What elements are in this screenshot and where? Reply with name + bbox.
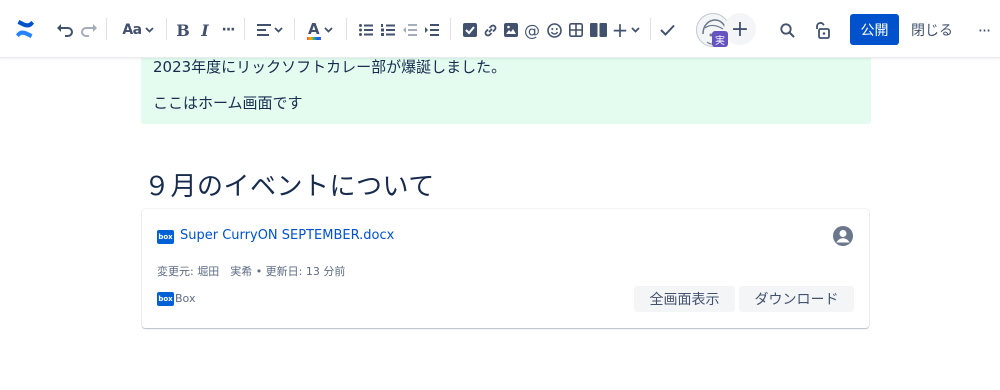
info-panel-text: ここはホーム画面です <box>153 94 303 112</box>
search-icon[interactable] <box>776 18 798 42</box>
publish-button[interactable]: 公開 <box>850 14 899 45</box>
avatar-badge: 実 <box>712 31 728 47</box>
task-icon[interactable] <box>460 18 480 42</box>
unlock-icon[interactable] <box>811 18 833 42</box>
divider <box>244 18 245 40</box>
insert-plus-label: + <box>611 18 629 42</box>
chevron-down-icon <box>274 27 283 33</box>
link-icon[interactable] <box>480 18 500 42</box>
image-icon[interactable] <box>501 18 521 42</box>
fullscreen-button[interactable]: 全画面表示 <box>634 286 735 312</box>
file-card[interactable]: box Super CurryON SEPTEMBER.docx 変更元: 堀田… <box>142 209 869 328</box>
text-style-label: Aa <box>122 22 142 38</box>
more-formatting-label: ··· <box>221 22 236 38</box>
outdent-icon[interactable] <box>400 18 420 42</box>
file-meta: 変更元: 堀田 実希 • 更新日: 13 分前 <box>157 265 346 278</box>
editor-toolbar: Aa B I ··· A @ + 実 + 公開 閉じる ··· <box>0 0 1000 58</box>
close-button[interactable]: 閉じる <box>906 14 958 45</box>
align-left-icon <box>257 24 271 36</box>
chevron-down-icon <box>145 27 154 33</box>
divider <box>450 18 451 40</box>
mention-icon[interactable]: @ <box>522 18 542 42</box>
box-logo-icon: box <box>157 292 174 306</box>
italic-label: I <box>201 20 209 40</box>
mention-label: @ <box>524 20 540 40</box>
bold-label: B <box>176 20 190 40</box>
emoji-icon[interactable] <box>544 18 564 42</box>
numbered-list-icon[interactable] <box>378 18 398 42</box>
check-icon[interactable] <box>657 18 677 42</box>
chevron-down-icon <box>631 27 641 33</box>
undo-icon[interactable] <box>56 18 76 42</box>
source-label: Box <box>175 292 196 305</box>
table-icon[interactable] <box>566 18 586 42</box>
layout-icon[interactable] <box>587 18 609 42</box>
more-actions-button[interactable]: ··· <box>972 18 996 42</box>
indent-icon[interactable] <box>422 18 442 42</box>
download-button[interactable]: ダウンロード <box>739 286 854 312</box>
invite-plus-label: + <box>730 16 750 42</box>
text-color-dropdown[interactable]: A <box>304 18 336 42</box>
divider <box>294 18 295 40</box>
insert-dropdown[interactable]: + <box>611 18 641 42</box>
box-logo-icon: box <box>157 230 174 244</box>
info-panel-text: 2023年度にリックソフトカレー部が爆誕しました。 <box>153 58 507 76</box>
italic-button[interactable]: I <box>196 18 214 42</box>
chevron-down-icon <box>324 27 333 33</box>
alignment-dropdown[interactable] <box>254 18 286 42</box>
redo-icon[interactable] <box>78 18 98 42</box>
bullet-list-icon[interactable] <box>356 18 376 42</box>
more-formatting-button[interactable]: ··· <box>218 18 238 42</box>
invite-button[interactable]: + <box>724 13 756 45</box>
text-style-dropdown[interactable]: Aa <box>118 18 158 42</box>
bold-button[interactable]: B <box>174 18 192 42</box>
divider <box>166 18 167 40</box>
confluence-logo-icon[interactable] <box>12 17 38 41</box>
divider <box>106 18 107 40</box>
divider <box>346 18 347 40</box>
text-color-icon: A <box>307 20 321 40</box>
section-heading: ９月のイベントについて <box>144 172 435 202</box>
divider <box>650 18 651 40</box>
file-name-link[interactable]: Super CurryON SEPTEMBER.docx <box>180 228 394 243</box>
user-avatar-icon[interactable] <box>832 225 854 247</box>
